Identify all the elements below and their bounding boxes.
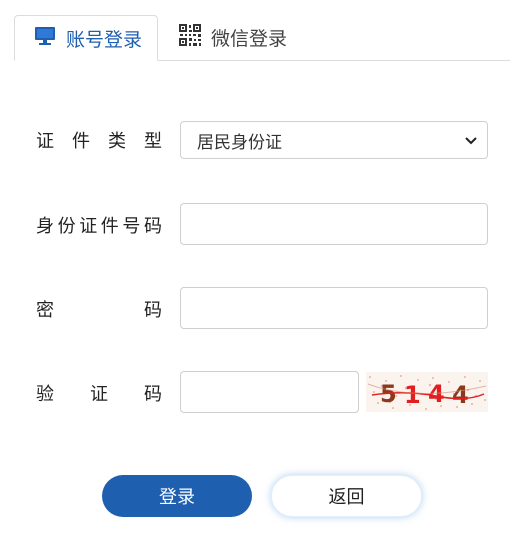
chevron-down-icon [465,130,477,150]
form-row-captcha: 验 证 码 5 1 4 4 [0,371,522,415]
captcha-label: 验 证 码 [36,384,162,405]
captcha-image[interactable]: 5 1 4 4 [366,372,488,412]
tab-account-login[interactable]: 账号登录 [14,15,158,61]
tab-wechat-label: 微信登录 [211,28,288,50]
svg-text:4: 4 [428,380,445,408]
qr-code-icon [179,24,201,51]
id-type-selected-value: 居民身份证 [197,132,282,153]
captcha-input[interactable] [180,371,359,413]
password-input[interactable] [180,287,488,329]
form-row-password: 密 码 [0,287,522,331]
svg-text:4: 4 [452,381,469,409]
id-number-label: 身 份 证 件 号 码 [36,216,162,237]
password-label: 密 码 [36,300,162,321]
monitor-icon [34,26,56,51]
login-tabs: 账号登录 微信登录 [14,15,510,61]
tab-account-label: 账号登录 [66,28,143,51]
tab-wechat-login[interactable]: 微信登录 [179,15,287,60]
svg-text:1: 1 [404,381,421,409]
id-type-label: 证 件 类 型 [36,131,162,152]
id-type-select[interactable]: 居民身份证 [180,121,488,159]
id-number-input[interactable] [180,203,488,245]
back-button[interactable]: 返回 [271,475,422,517]
login-button[interactable]: 登录 [102,475,252,517]
form-row-id-number: 身 份 证 件 号 码 [0,203,522,247]
form-row-id-type: 证 件 类 型 居民身份证 [0,118,522,162]
